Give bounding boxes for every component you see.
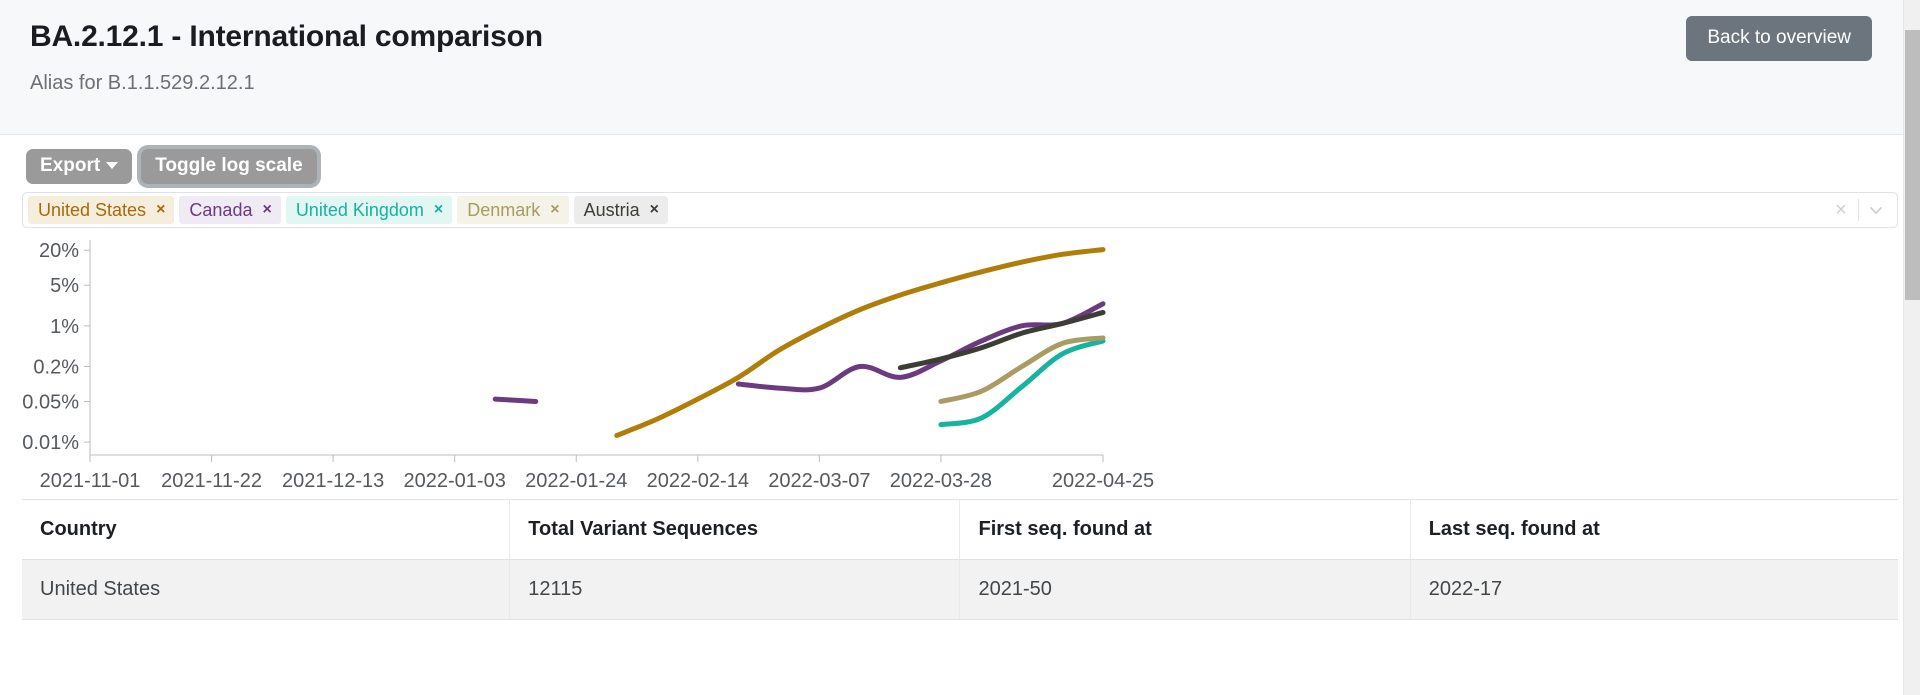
page-header: BA.2.12.1 - International comparison Ali… [0, 0, 1920, 135]
remove-tag-icon[interactable]: × [434, 202, 443, 218]
svg-text:0.05%: 0.05% [22, 391, 79, 413]
chart-canvas: 20% 5% 1% 0.2% 0.05% 0.01% 2021-11-01 2021-11-2… [22, 240, 1154, 492]
country-tag-united-states[interactable]: United States × [28, 196, 175, 224]
chevron-down-icon[interactable] [1859, 200, 1893, 220]
country-tag-united-kingdom[interactable]: United Kingdom × [285, 196, 453, 224]
country-multiselect[interactable]: United States × Canada × United Kingdom … [22, 192, 1898, 228]
chart-toolbar: Export Toggle log scale [0, 135, 1920, 184]
country-tag-label: Denmark [467, 199, 541, 220]
svg-text:5%: 5% [50, 275, 79, 297]
svg-text:2022-04-25: 2022-04-25 [1052, 470, 1154, 492]
svg-text:2021-11-01: 2021-11-01 [40, 470, 141, 492]
chevron-down-icon [106, 161, 119, 169]
svg-text:2021-11-22: 2021-11-22 [161, 470, 262, 492]
remove-tag-icon[interactable]: × [550, 202, 559, 218]
country-tag-canada[interactable]: Canada × [179, 196, 281, 224]
export-label: Export [40, 154, 101, 176]
table-head: Country Total Variant Sequences First se… [22, 499, 1898, 560]
remove-tag-icon[interactable]: × [262, 202, 271, 218]
table-body: United States 12115 2021-50 2022-17 [22, 559, 1898, 620]
svg-text:2022-03-07: 2022-03-07 [768, 470, 870, 492]
svg-text:2022-01-03: 2022-01-03 [404, 470, 506, 492]
page-root: BA.2.12.1 - International comparison Ali… [0, 0, 1920, 695]
country-tag-label: United States [38, 199, 147, 220]
svg-text:2022-02-14: 2022-02-14 [647, 470, 749, 492]
page-subtitle: Alias for B.1.1.529.2.12.1 [30, 72, 255, 94]
country-tag-austria[interactable]: Austria × [573, 196, 668, 224]
cell-last-seq-found-at: 2022-17 [1410, 559, 1898, 620]
remove-tag-icon[interactable]: × [650, 202, 659, 218]
country-tag-label: United Kingdom [295, 199, 424, 220]
svg-text:2022-03-28: 2022-03-28 [890, 470, 992, 492]
svg-text:2021-12-13: 2021-12-13 [282, 470, 384, 492]
svg-text:20%: 20% [39, 240, 79, 262]
svg-text:0.2%: 0.2% [33, 356, 79, 378]
country-summary-table: Country Total Variant Sequences First se… [22, 499, 1898, 620]
column-header-total-variant-sequences[interactable]: Total Variant Sequences [509, 499, 961, 560]
back-to-overview-button[interactable]: Back to overview [1686, 16, 1872, 61]
clear-all-icon[interactable]: × [1824, 200, 1858, 220]
page-title: BA.2.12.1 - International comparison [30, 20, 543, 53]
remove-tag-icon[interactable]: × [156, 202, 165, 218]
page-scrollbar-thumb[interactable] [1905, 30, 1920, 300]
cell-total-variant-sequences: 12115 [509, 559, 961, 620]
column-header-last-seq-found-at[interactable]: Last seq. found at [1410, 499, 1898, 560]
multiselect-actions: × [1824, 196, 1893, 224]
cell-first-seq-found-at: 2021-50 [959, 559, 1411, 620]
variant-share-chart[interactable]: 20% 5% 1% 0.2% 0.05% 0.01% 2021-11-01 2021-11-2… [22, 234, 1898, 499]
svg-text:2022-01-24: 2022-01-24 [525, 470, 627, 492]
country-tag-denmark[interactable]: Denmark × [457, 196, 569, 224]
table-header-row: Country Total Variant Sequences First se… [22, 499, 1898, 560]
page-scrollbar-track[interactable] [1903, 0, 1920, 695]
country-tag-label: Austria [583, 199, 640, 220]
export-dropdown-button[interactable]: Export [26, 148, 133, 184]
svg-text:1%: 1% [50, 316, 79, 338]
column-header-first-seq-found-at[interactable]: First seq. found at [959, 499, 1411, 560]
svg-text:0.01%: 0.01% [22, 432, 79, 454]
table-row[interactable]: United States 12115 2021-50 2022-17 [22, 559, 1898, 620]
column-header-country[interactable]: Country [22, 499, 511, 560]
toggle-log-scale-button[interactable]: Toggle log scale [141, 148, 317, 184]
country-tag-label: Canada [189, 199, 253, 220]
cell-country: United States [22, 559, 511, 620]
